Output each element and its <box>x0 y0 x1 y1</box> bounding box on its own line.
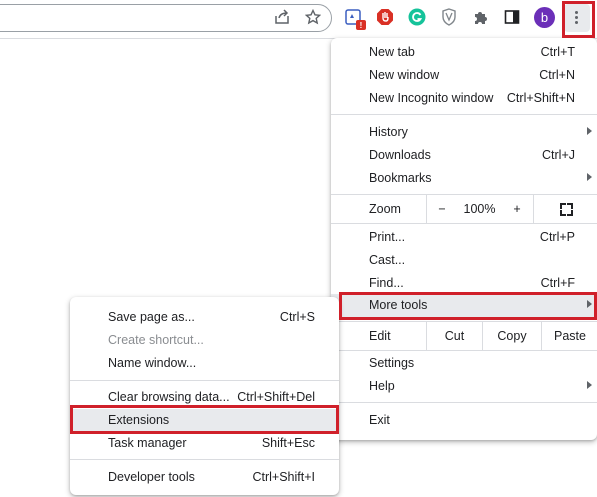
submenu-arrow-icon <box>587 127 592 135</box>
paste-label: Paste <box>554 329 586 343</box>
share-icon[interactable] <box>272 7 292 27</box>
menu-separator <box>70 459 339 460</box>
browser-toolbar: ! b <box>0 0 597 38</box>
menu-item-label: Exit <box>369 413 390 427</box>
zoom-in-button[interactable]: + <box>502 195 532 223</box>
grammarly-icon[interactable] <box>407 7 427 27</box>
edit-row: Edit Cut Copy Paste <box>331 321 597 351</box>
submenu-item-save-page[interactable]: Save page as... Ctrl+S <box>70 306 339 329</box>
menu-item-new-window[interactable]: New window Ctrl+N <box>331 64 597 87</box>
menu-item-label: Clear browsing data... <box>108 390 230 404</box>
menu-item-label: Cast... <box>369 253 406 267</box>
menu-item-label: New tab <box>369 45 415 59</box>
menu-item-exit[interactable]: Exit <box>331 409 597 432</box>
submenu-item-task-manager[interactable]: Task manager Shift+Esc <box>70 432 339 455</box>
menu-item-label: Help <box>369 379 395 393</box>
menu-item-settings[interactable]: Settings <box>331 352 597 375</box>
side-panel-icon[interactable] <box>502 7 522 27</box>
more-tools-submenu: Save page as... Ctrl+S Create shortcut..… <box>70 297 339 495</box>
menu-item-shortcut: Ctrl+T <box>540 45 575 59</box>
shield-icon[interactable] <box>439 7 459 27</box>
menu-item-new-incognito-window[interactable]: New Incognito window Ctrl+Shift+N <box>331 87 597 110</box>
menu-item-shortcut: Ctrl+Shift+N <box>506 91 575 105</box>
menu-item-label: Print... <box>369 230 406 244</box>
copy-button[interactable]: Copy <box>482 322 541 350</box>
edit-label: Edit <box>369 329 391 343</box>
kebab-menu-icon[interactable] <box>564 4 590 32</box>
chrome-main-menu: New tab Ctrl+T New window Ctrl+N New Inc… <box>331 38 597 440</box>
submenu-arrow-icon <box>587 173 592 181</box>
menu-item-shortcut: Ctrl+J <box>542 148 575 162</box>
submenu-item-extensions[interactable]: Extensions <box>70 409 339 432</box>
fullscreen-icon <box>559 202 573 216</box>
submenu-item-clear-browsing-data[interactable]: Clear browsing data... Ctrl+Shift+Del <box>70 386 339 409</box>
menu-item-label: New Incognito window <box>369 91 494 105</box>
menu-separator <box>70 380 339 381</box>
menu-item-label: Extensions <box>108 413 170 427</box>
notification-badge: ! <box>356 20 366 30</box>
menu-item-label: Name window... <box>108 356 197 370</box>
menu-item-shortcut: Ctrl+Shift+I <box>252 470 315 484</box>
menu-item-label: History <box>369 125 408 139</box>
menu-item-label: Task manager <box>108 436 187 450</box>
menu-item-shortcut: Shift+Esc <box>261 436 315 450</box>
menu-item-cast[interactable]: Cast... <box>331 249 597 272</box>
menu-separator <box>331 114 597 115</box>
menu-item-label: New window <box>369 68 440 82</box>
menu-item-label: Settings <box>369 356 415 370</box>
submenu-arrow-icon <box>587 381 592 389</box>
fullscreen-button[interactable] <box>533 195 597 223</box>
paste-button[interactable]: Paste <box>541 322 597 350</box>
submenu-item-name-window[interactable]: Name window... <box>70 352 339 375</box>
submenu-item-create-shortcut: Create shortcut... <box>70 329 339 352</box>
puzzle-extensions-icon[interactable] <box>471 7 491 27</box>
profile-avatar[interactable]: b <box>534 7 555 28</box>
menu-item-label: Bookmarks <box>369 171 432 185</box>
cut-label: Cut <box>444 329 465 343</box>
menu-item-label: Downloads <box>369 148 431 162</box>
adblock-icon[interactable] <box>375 7 395 27</box>
menu-item-history[interactable]: History <box>331 121 597 144</box>
zoom-label: Zoom <box>369 202 401 216</box>
menu-item-label: Save page as... <box>108 310 195 324</box>
zoom-in-label: + <box>513 202 521 216</box>
menu-item-shortcut: Ctrl+Shift+Del <box>237 390 315 404</box>
menu-item-new-tab[interactable]: New tab Ctrl+T <box>331 41 597 64</box>
menu-item-shortcut: Ctrl+P <box>539 230 575 244</box>
menu-item-more-tools[interactable]: More tools <box>331 294 597 317</box>
menu-item-shortcut: Ctrl+S <box>279 310 315 324</box>
submenu-arrow-icon <box>587 300 592 308</box>
zoom-value: 100% <box>457 195 502 223</box>
menu-item-print[interactable]: Print... Ctrl+P <box>331 226 597 249</box>
cut-button[interactable]: Cut <box>426 322 482 350</box>
menu-item-find[interactable]: Find... Ctrl+F <box>331 272 597 295</box>
copy-label: Copy <box>497 329 527 343</box>
zoom-out-button[interactable]: − <box>426 195 457 223</box>
submenu-item-developer-tools[interactable]: Developer tools Ctrl+Shift+I <box>70 466 339 489</box>
menu-item-shortcut: Ctrl+F <box>540 276 575 290</box>
menu-item-label: Find... <box>369 276 404 290</box>
menu-item-bookmarks[interactable]: Bookmarks <box>331 167 597 190</box>
menu-item-label: Developer tools <box>108 470 195 484</box>
menu-item-label: Create shortcut... <box>108 333 204 347</box>
menu-separator <box>331 402 597 403</box>
zoom-row: Zoom − 100% + <box>331 194 597 224</box>
menu-item-downloads[interactable]: Downloads Ctrl+J <box>331 144 597 167</box>
menu-item-shortcut: Ctrl+N <box>539 68 575 82</box>
bookmark-star-icon[interactable] <box>303 7 323 27</box>
zoom-out-label: − <box>438 202 446 216</box>
menu-item-help[interactable]: Help <box>331 375 597 398</box>
menu-item-label: More tools <box>369 298 428 312</box>
zoom-percent: 100% <box>463 202 496 216</box>
